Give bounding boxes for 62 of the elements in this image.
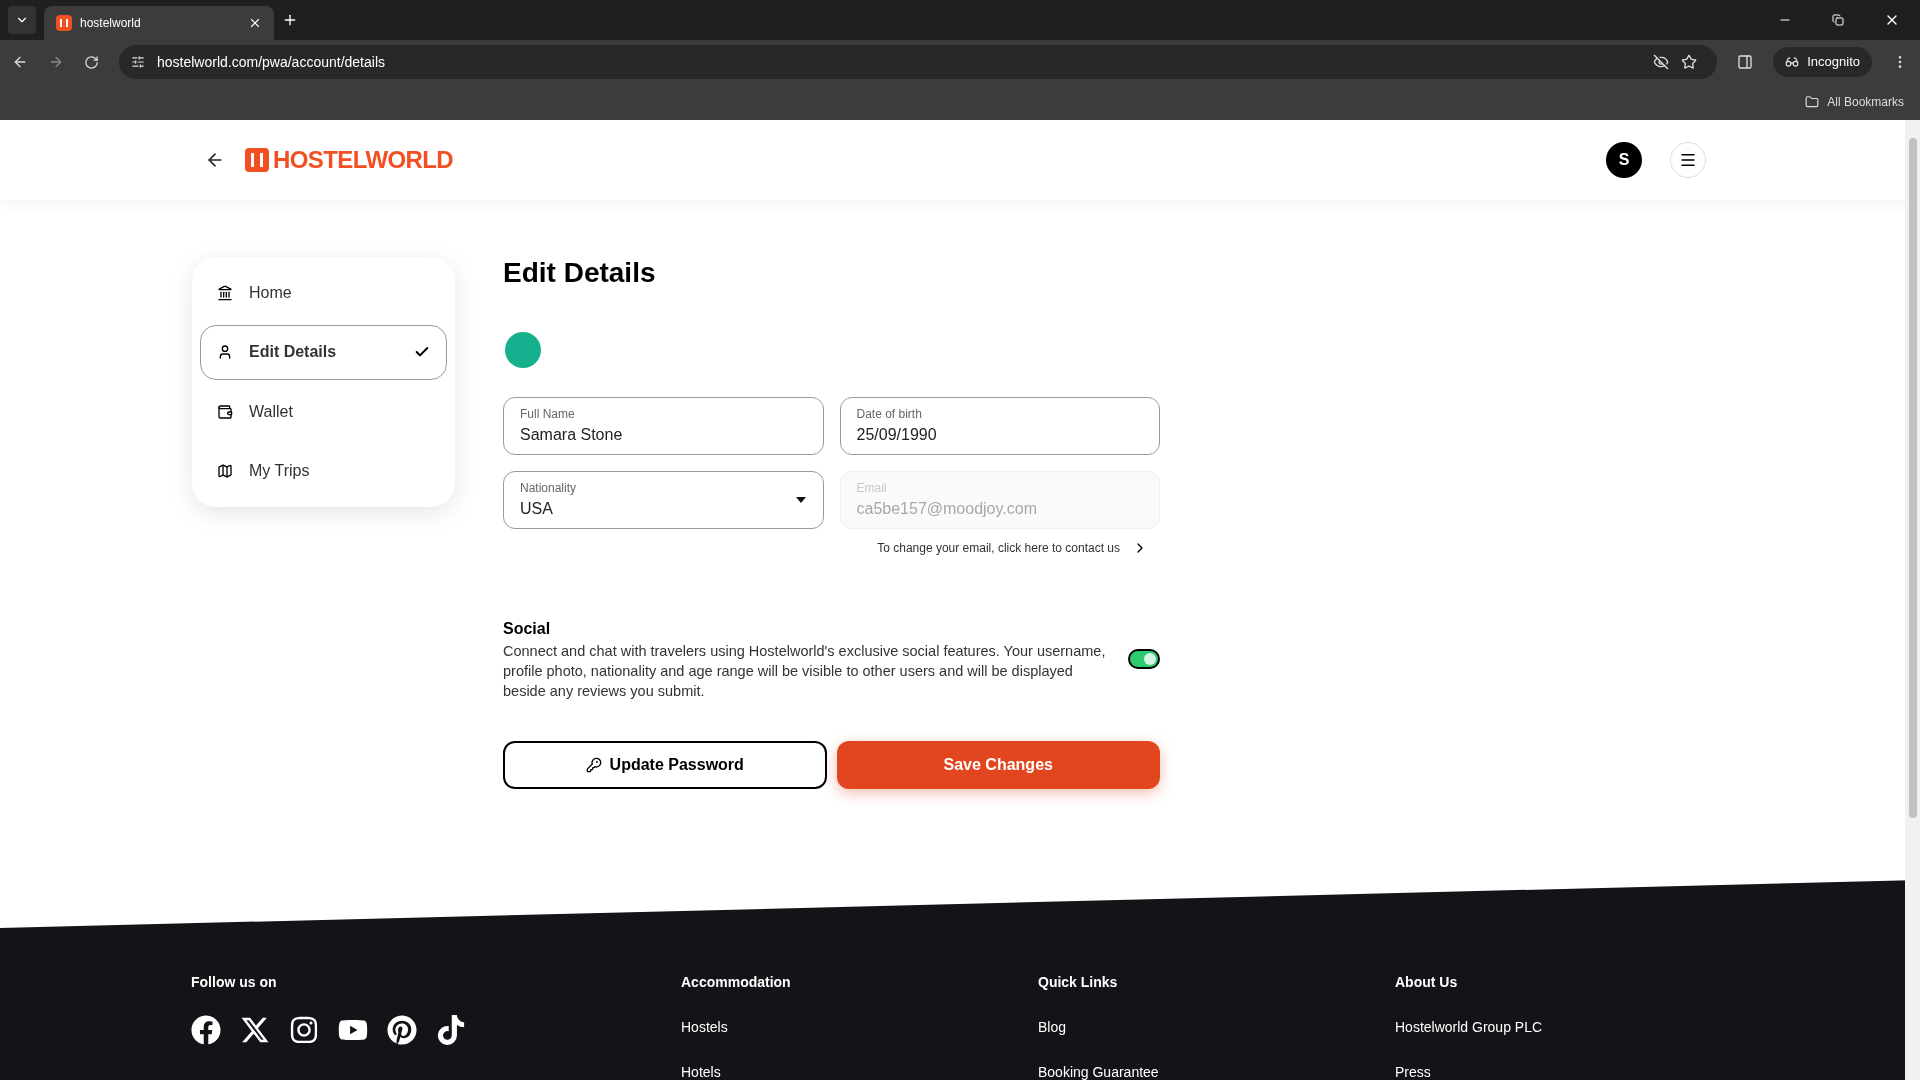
social-media-icon[interactable] [387, 1015, 417, 1045]
footer-link[interactable]: Press [1395, 1062, 1752, 1080]
url-text: hostelworld.com/pwa/account/details [157, 52, 386, 72]
key-icon [585, 757, 602, 773]
browser-tab[interactable]: hostelworld [44, 6, 274, 40]
field-value: USA [520, 499, 554, 519]
hostelworld-logo[interactable]: HOSTELWORLD [245, 142, 454, 178]
folder-icon [1805, 95, 1820, 109]
footer-link[interactable]: Hotels [681, 1062, 1038, 1080]
footer-link[interactable]: Hostelworld Group PLC [1395, 1017, 1752, 1038]
field-value: Samara Stone [520, 425, 623, 445]
address-bar[interactable]: hostelworld.com/pwa/account/details [119, 45, 1718, 79]
sidebar-item[interactable]: Home [200, 265, 447, 321]
bookmark-star-icon[interactable] [1681, 54, 1698, 70]
restore-icon[interactable] [1832, 14, 1844, 26]
social-description: Connect and chat with travelers using Hostelworld's exclusive social features. Your username, profile photo, nationality and age range will be visible to other users and will be displayed beside any reviews you submit. [503, 642, 1107, 701]
input-field[interactable]: Full Name Samara Stone [503, 397, 824, 455]
footer-link[interactable]: Hostels [681, 1017, 1038, 1038]
social-title: Social [503, 619, 552, 639]
footer-heading: Quick Links [1038, 973, 1119, 992]
social-media-icon[interactable] [191, 1015, 221, 1045]
footer-link[interactable]: Blog [1038, 1017, 1395, 1038]
reload-icon[interactable] [84, 54, 99, 70]
eye-off-icon[interactable] [1653, 54, 1670, 70]
avatar[interactable]: S [1606, 142, 1642, 178]
sidebar-item[interactable]: My Trips [200, 443, 447, 499]
footer-heading: Follow us on [191, 973, 278, 992]
social-media-icon[interactable] [289, 1015, 319, 1045]
dropdown-caret-icon [794, 496, 807, 504]
person-icon [217, 344, 233, 361]
bookmarks-link[interactable]: All Bookmarks [1827, 93, 1904, 111]
new-tab-icon[interactable] [282, 12, 298, 28]
menu-icon [1679, 151, 1697, 169]
input-field[interactable]: Date of birth 25/09/1990 [839, 397, 1160, 455]
sidebar-item[interactable]: Edit Details [200, 324, 447, 380]
update-password-button[interactable]: Update Password [503, 741, 827, 789]
field-label: Full Name [520, 406, 576, 423]
save-changes-button[interactable]: Save Changes [836, 741, 1160, 789]
page-title: Edit Details [503, 256, 657, 290]
tab-title: hostelworld [80, 15, 142, 32]
social-media-icon[interactable] [240, 1015, 270, 1045]
back-icon[interactable] [12, 54, 28, 70]
profile-chip[interactable]: Incognito [1773, 47, 1872, 77]
bank-icon [217, 284, 233, 301]
field-label: Date of birth [856, 406, 923, 423]
field-value: ca5be157@moodjoy.com [856, 499, 1037, 519]
social-media-icon[interactable] [436, 1015, 466, 1045]
sidebar-item[interactable]: Wallet [200, 384, 447, 440]
map-icon [217, 463, 233, 480]
social-toggle[interactable] [1128, 649, 1160, 669]
close-icon[interactable] [248, 16, 262, 30]
footer-heading: Accommodation [681, 973, 792, 992]
footer-link[interactable]: Booking Guarantee [1038, 1062, 1395, 1080]
forward-icon[interactable] [48, 54, 64, 70]
select-field[interactable]: Nationality USA [503, 471, 824, 529]
favicon-icon [56, 15, 72, 31]
email-change-hint[interactable]: To change your email, click here to contact us [877, 539, 1120, 557]
field-label: Nationality [520, 480, 577, 497]
field-value: 25/09/1990 [856, 425, 937, 445]
side-panel-icon[interactable] [1737, 54, 1754, 70]
wallet-icon [217, 403, 233, 420]
footer-heading: About Us [1395, 973, 1459, 992]
